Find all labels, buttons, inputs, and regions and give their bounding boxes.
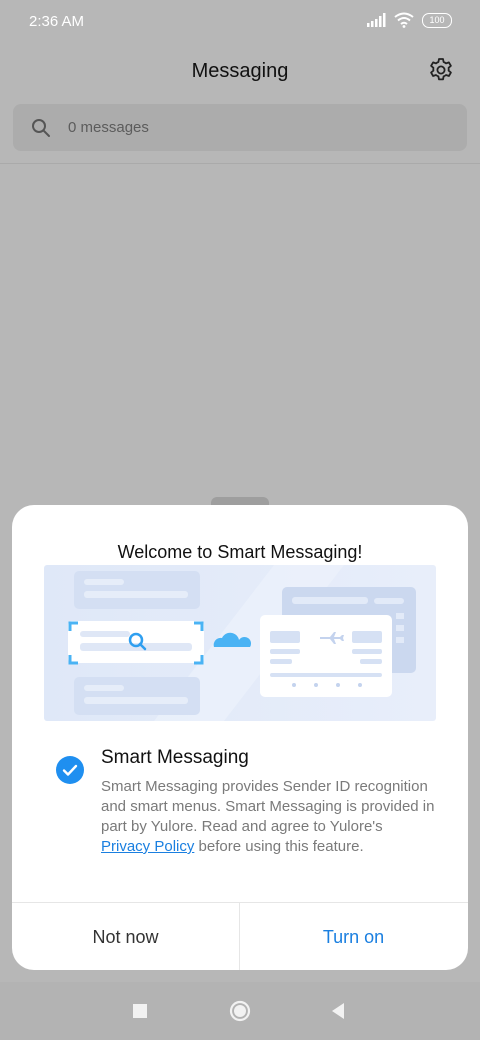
recents-icon [133,1004,147,1018]
back-icon [332,1003,344,1019]
turn-on-button[interactable]: Turn on [240,903,467,970]
app-bar: Messaging [0,44,480,98]
not-now-button[interactable]: Not now [12,903,239,970]
search-bar[interactable]: 0 messages [13,104,467,151]
nav-bar [0,982,480,1040]
check-icon [62,764,78,776]
home-icon [229,1000,251,1022]
wifi-icon [394,12,414,28]
smart-messaging-dialog: Welcome to Smart Messaging! Smart Messag… [12,505,468,970]
search-input[interactable]: 0 messages [68,119,149,136]
signal-icon [367,13,386,27]
description-text: Smart Messaging provides Sender ID recog… [101,778,435,835]
status-bar: 2:36 AM 100 [0,0,480,44]
description-end: before using this feature. [198,838,364,855]
back-button[interactable] [327,1000,349,1022]
gear-icon[interactable] [428,57,454,83]
battery-icon: 100 [422,12,452,28]
search-icon [32,119,50,137]
option-description: Smart Messaging provides Sender ID recog… [101,777,436,857]
smart-messaging-illustration [44,565,436,721]
privacy-policy-link[interactable]: Privacy Policy [101,838,194,855]
dialog-title: Welcome to Smart Messaging! [117,542,363,562]
option-title: Smart Messaging [101,747,249,768]
dialog-buttons: Not now Turn on [12,902,468,970]
smart-messaging-checkbox[interactable] [56,756,84,784]
page-title: Messaging [191,60,289,82]
divider [0,163,480,164]
home-button[interactable] [229,1000,251,1022]
status-time: 2:36 AM [29,13,85,30]
recents-button[interactable] [129,1000,151,1022]
